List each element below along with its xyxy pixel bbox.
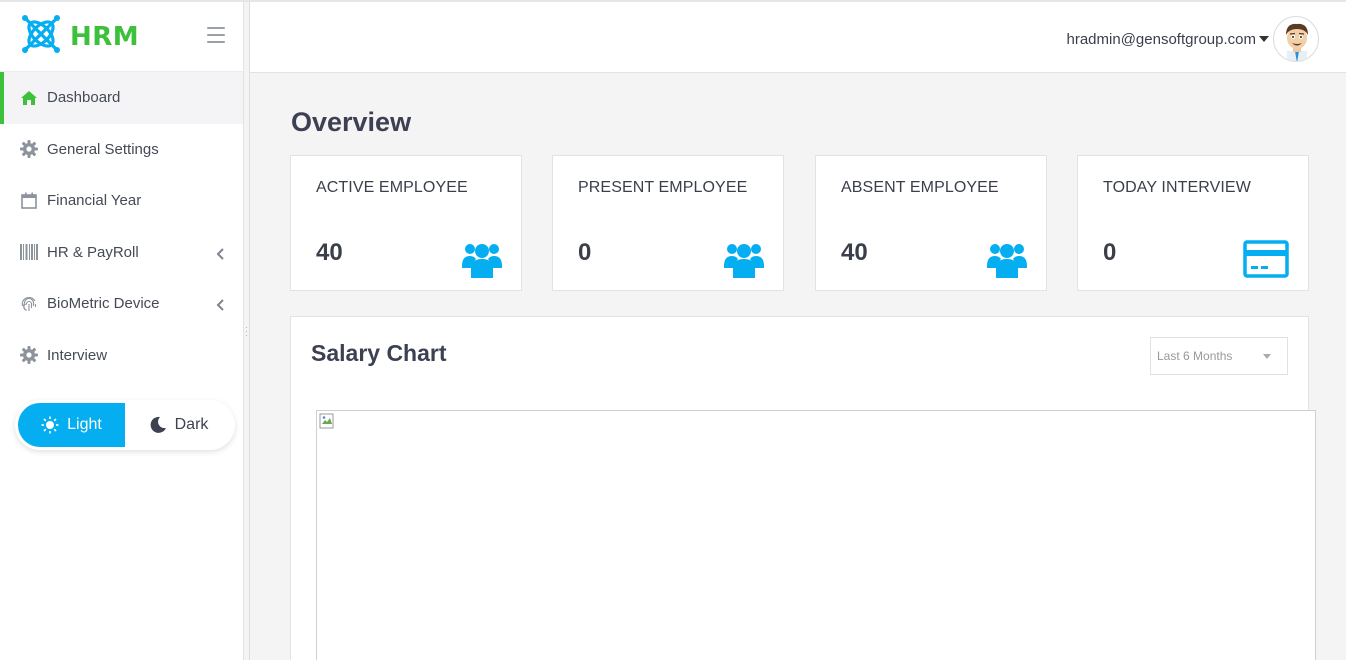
card-title: TODAY INTERVIEW <box>1103 179 1251 196</box>
card-today-interview: TODAY INTERVIEW 0 <box>1077 155 1309 291</box>
top-header: hradmin@gensoftgroup.com <box>250 2 1346 73</box>
sidebar-resize-handle[interactable]: · · · <box>244 2 250 660</box>
card-value: 40 <box>841 239 868 266</box>
theme-toggle: Light Dark <box>15 400 235 450</box>
gear-icon <box>20 346 38 365</box>
period-select-value: Last 6 Months <box>1157 349 1233 363</box>
sidebar-item-label: HR & PayRoll <box>47 243 139 261</box>
salary-chart-image <box>316 410 1316 660</box>
menu-toggle-icon[interactable] <box>207 27 225 43</box>
sidebar-item-biometric-device[interactable]: BioMetric Device <box>0 278 243 330</box>
gear-icon <box>20 140 38 159</box>
barcode-icon <box>20 243 38 261</box>
user-email[interactable]: hradmin@gensoftgroup.com <box>1067 31 1257 48</box>
hrm-logo-icon <box>20 13 62 60</box>
card-title: PRESENT EMPLOYEE <box>578 179 748 196</box>
card-value: 0 <box>1103 239 1117 266</box>
card-title: ABSENT EMPLOYEE <box>841 179 999 196</box>
broken-image-icon <box>319 413 335 429</box>
users-icon <box>724 240 764 278</box>
moon-icon <box>150 416 166 433</box>
calendar-icon <box>20 192 38 210</box>
sidebar-item-general-settings[interactable]: General Settings <box>0 124 243 176</box>
sidebar-item-label: BioMetric Device <box>47 295 160 313</box>
logo-row: HRM <box>0 2 243 72</box>
sidebar: HRM Dashboard General Settings Financial… <box>0 2 244 660</box>
credit-card-icon <box>1243 240 1289 278</box>
home-icon <box>20 89 38 107</box>
logo-text: HRM <box>70 21 140 52</box>
card-value: 40 <box>316 239 343 266</box>
theme-light-button[interactable]: Light <box>18 403 125 447</box>
users-icon <box>987 240 1027 278</box>
salary-chart-panel: Salary Chart Last 6 Months <box>290 316 1316 660</box>
caret-down-icon[interactable] <box>1259 36 1269 42</box>
sidebar-item-financial-year[interactable]: Financial Year <box>0 175 243 227</box>
theme-dark-button[interactable]: Dark <box>125 403 232 447</box>
sidebar-item-label: Interview <box>47 346 108 364</box>
sidebar-nav: Dashboard General Settings Financial Yea… <box>0 72 243 381</box>
cartoon-avatar-icon[interactable] <box>1273 16 1319 62</box>
sidebar-item-dashboard[interactable]: Dashboard <box>0 72 243 124</box>
card-absent-employee: ABSENT EMPLOYEE 40 <box>815 155 1047 291</box>
card-active-employee: ACTIVE EMPLOYEE 40 <box>290 155 522 291</box>
chevron-left-icon <box>216 247 224 264</box>
users-icon <box>462 240 502 278</box>
card-present-employee: PRESENT EMPLOYEE 0 <box>552 155 784 291</box>
theme-dark-label: Dark <box>174 416 209 433</box>
sidebar-item-interview[interactable]: Interview <box>0 330 243 382</box>
card-title: ACTIVE EMPLOYEE <box>316 179 468 196</box>
salary-chart-title: Salary Chart <box>311 340 447 366</box>
sidebar-item-label: General Settings <box>47 140 159 158</box>
sidebar-item-label: Financial Year <box>47 192 142 210</box>
page-title: Overview <box>291 107 412 137</box>
sidebar-item-label: Dashboard <box>47 89 121 107</box>
caret-down-icon <box>1263 354 1271 359</box>
fingerprint-icon <box>20 295 38 313</box>
period-select[interactable]: Last 6 Months <box>1150 337 1288 375</box>
chevron-left-icon <box>216 298 224 315</box>
card-value: 0 <box>578 239 592 266</box>
theme-light-label: Light <box>67 416 102 433</box>
sun-icon <box>41 416 59 434</box>
sidebar-item-hr-payroll[interactable]: HR & PayRoll <box>0 227 243 279</box>
